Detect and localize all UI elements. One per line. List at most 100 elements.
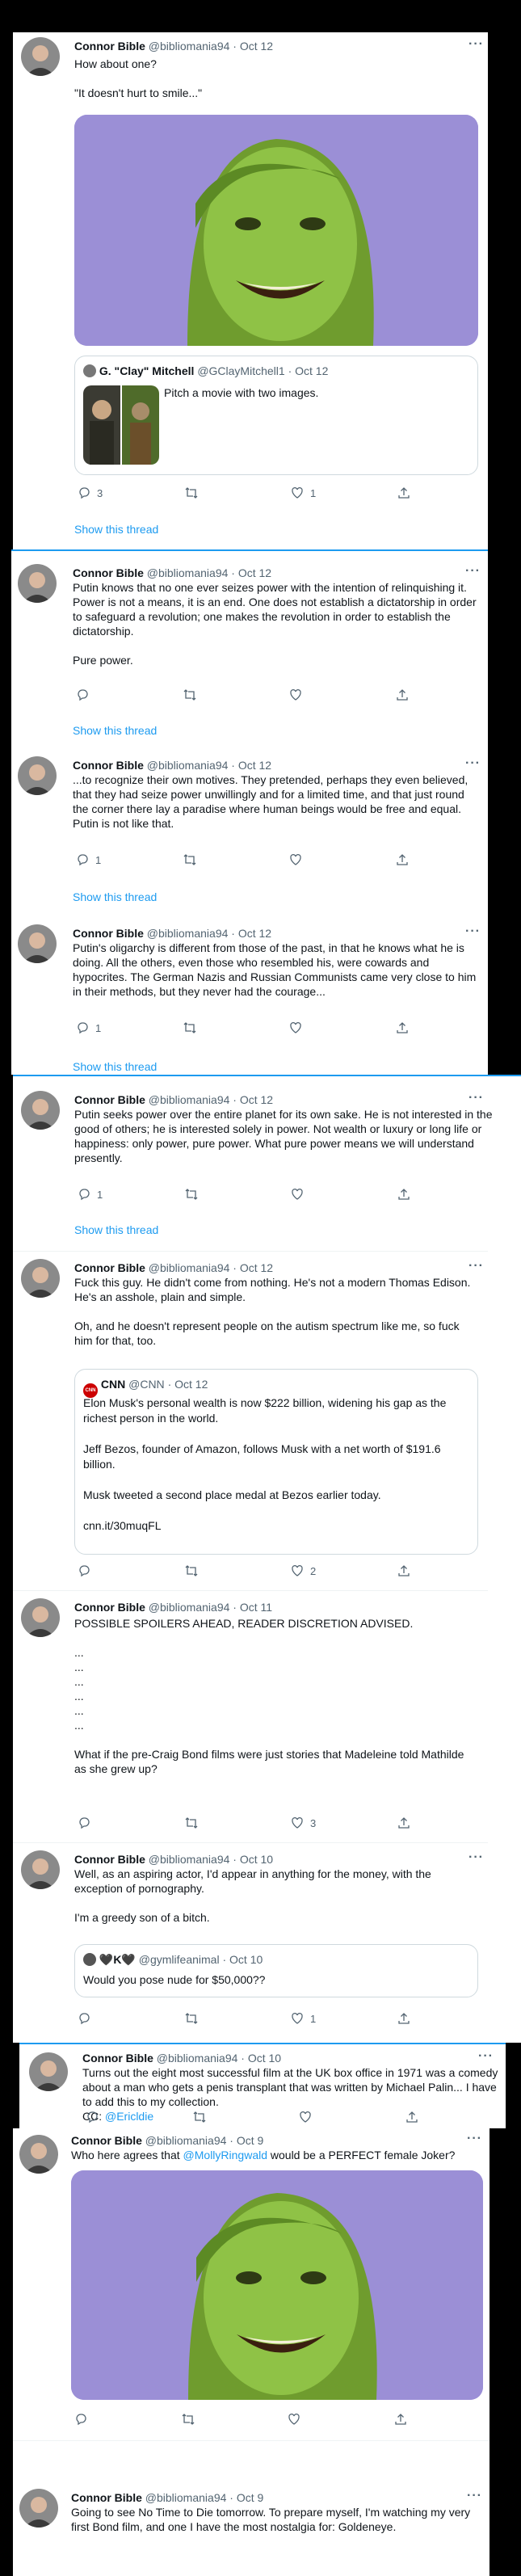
reply-button[interactable] <box>86 2111 99 2124</box>
quoted-tweet[interactable]: CNN CNN @CNN · Oct 12 Elon Musk's person… <box>74 1369 478 1555</box>
share-button[interactable] <box>397 1188 410 1201</box>
more-options-icon[interactable]: ··· <box>465 756 481 771</box>
author-name[interactable]: Connor Bible <box>74 1093 145 1106</box>
like-button[interactable]: 3 <box>291 1816 316 1829</box>
author-handle[interactable]: @bibliomania94 <box>149 1093 230 1106</box>
more-options-icon[interactable]: ··· <box>465 564 481 579</box>
more-options-icon[interactable]: ··· <box>465 924 481 939</box>
like-button[interactable] <box>289 1021 302 1034</box>
reply-button[interactable] <box>78 1564 90 1577</box>
avatar[interactable] <box>18 924 57 963</box>
tweet-date[interactable]: · Oct 12 <box>231 566 271 579</box>
tweet-date[interactable]: · Oct 12 <box>233 1261 273 1274</box>
author-name[interactable]: Connor Bible <box>74 40 145 53</box>
share-button[interactable] <box>397 1564 410 1577</box>
tweet-date[interactable]: · Oct 12 <box>233 1093 273 1106</box>
share-button[interactable] <box>397 2012 410 2025</box>
author-name[interactable]: Connor Bible <box>71 2134 142 2147</box>
retweet-button[interactable] <box>181 2413 195 2426</box>
avatar[interactable] <box>18 756 57 795</box>
share-button[interactable] <box>396 853 409 866</box>
tweet-date[interactable]: · Oct 9 <box>229 2134 263 2147</box>
author-handle[interactable]: @bibliomania94 <box>147 927 229 940</box>
reply-button[interactable] <box>78 1816 90 1829</box>
retweet-button[interactable] <box>183 688 197 701</box>
author-handle[interactable]: @bibliomania94 <box>149 40 230 53</box>
avatar[interactable] <box>21 1259 60 1298</box>
show-thread-link[interactable]: Show this thread <box>73 890 157 903</box>
author-name[interactable]: Connor Bible <box>73 927 144 940</box>
tweet-date[interactable]: · Oct 12 <box>233 40 273 53</box>
tweet-image[interactable] <box>74 115 478 346</box>
retweet-button[interactable] <box>183 853 197 866</box>
retweet-button[interactable] <box>184 486 205 499</box>
reply-button[interactable]: 1 <box>76 1021 101 1034</box>
reply-button[interactable] <box>78 2012 90 2025</box>
share-button[interactable] <box>397 1816 410 1829</box>
author-name[interactable]: Connor Bible <box>73 759 144 772</box>
author-handle[interactable]: @bibliomania94 <box>157 2052 238 2065</box>
share-button[interactable] <box>397 486 410 499</box>
retweet-button[interactable] <box>192 2111 207 2124</box>
avatar[interactable] <box>19 2489 58 2528</box>
retweet-button[interactable] <box>184 2012 199 2025</box>
author-handle[interactable]: @bibliomania94 <box>149 1261 230 1274</box>
reply-button[interactable]: 1 <box>78 1188 103 1201</box>
like-button[interactable] <box>291 1188 304 1201</box>
author-name[interactable]: Connor Bible <box>74 1853 145 1866</box>
author-handle[interactable]: @bibliomania94 <box>147 566 229 579</box>
reply-button[interactable]: 3 <box>78 486 103 499</box>
mention-link[interactable]: @MollyRingwald <box>183 2149 267 2161</box>
tweet-date[interactable]: · Oct 11 <box>233 1601 272 1614</box>
author-handle[interactable]: @bibliomania94 <box>147 759 229 772</box>
avatar[interactable] <box>21 1091 60 1130</box>
more-options-icon[interactable]: ··· <box>467 2489 482 2503</box>
retweet-button[interactable] <box>184 1564 199 1577</box>
like-button[interactable] <box>288 2413 300 2426</box>
tweet-image[interactable] <box>71 2170 483 2400</box>
share-button[interactable] <box>396 1021 409 1034</box>
avatar[interactable] <box>29 2052 68 2091</box>
tweet-date[interactable]: · Oct 12 <box>231 927 271 940</box>
more-options-icon[interactable]: ··· <box>468 37 484 52</box>
more-options-icon[interactable]: ··· <box>468 1091 484 1105</box>
author-handle[interactable]: @bibliomania94 <box>149 1601 230 1614</box>
tweet-date[interactable]: · Oct 12 <box>231 759 271 772</box>
avatar[interactable] <box>21 1598 60 1637</box>
reply-button[interactable]: 1 <box>76 853 101 866</box>
mention-link[interactable]: @Ericldie <box>105 2110 153 2123</box>
like-button[interactable] <box>299 2111 312 2124</box>
more-options-icon[interactable]: ··· <box>468 1259 484 1273</box>
share-button[interactable] <box>405 2111 418 2124</box>
avatar[interactable] <box>18 564 57 603</box>
author-name[interactable]: Connor Bible <box>71 2491 142 2504</box>
share-button[interactable] <box>394 2413 407 2426</box>
show-thread-link[interactable]: Show this thread <box>73 1060 157 1073</box>
more-options-icon[interactable]: ··· <box>478 2049 494 2064</box>
retweet-button[interactable] <box>183 1021 197 1034</box>
avatar[interactable] <box>21 37 60 76</box>
author-handle[interactable]: @bibliomania94 <box>145 2134 227 2147</box>
author-name[interactable]: Connor Bible <box>74 1601 145 1614</box>
avatar[interactable] <box>19 2135 58 2174</box>
quoted-tweet[interactable]: 🖤K🖤 @gymlifeanimal · Oct 10 Would you po… <box>74 1944 478 1997</box>
show-thread-link[interactable]: Show this thread <box>73 724 157 737</box>
tweet-date[interactable]: · Oct 10 <box>233 1853 273 1866</box>
share-button[interactable] <box>396 688 409 701</box>
more-options-icon[interactable]: ··· <box>468 1850 484 1865</box>
author-name[interactable]: Connor Bible <box>82 2052 153 2065</box>
show-thread-link[interactable]: Show this thread <box>74 1223 158 1236</box>
avatar[interactable] <box>21 1850 60 1889</box>
like-button[interactable] <box>289 853 302 866</box>
reply-button[interactable] <box>74 2413 87 2426</box>
author-name[interactable]: Connor Bible <box>74 1261 145 1274</box>
author-handle[interactable]: @bibliomania94 <box>145 2491 227 2504</box>
retweet-button[interactable] <box>184 1816 199 1829</box>
tweet-date[interactable]: · Oct 9 <box>229 2491 263 2504</box>
author-name[interactable]: Connor Bible <box>73 566 144 579</box>
reply-button[interactable] <box>76 688 95 701</box>
like-button[interactable]: 2 <box>291 1564 316 1577</box>
retweet-button[interactable] <box>184 1188 199 1201</box>
like-button[interactable] <box>289 688 302 701</box>
quoted-tweet[interactable]: G. "Clay" Mitchell @GClayMitchell1 · Oct… <box>74 356 478 475</box>
